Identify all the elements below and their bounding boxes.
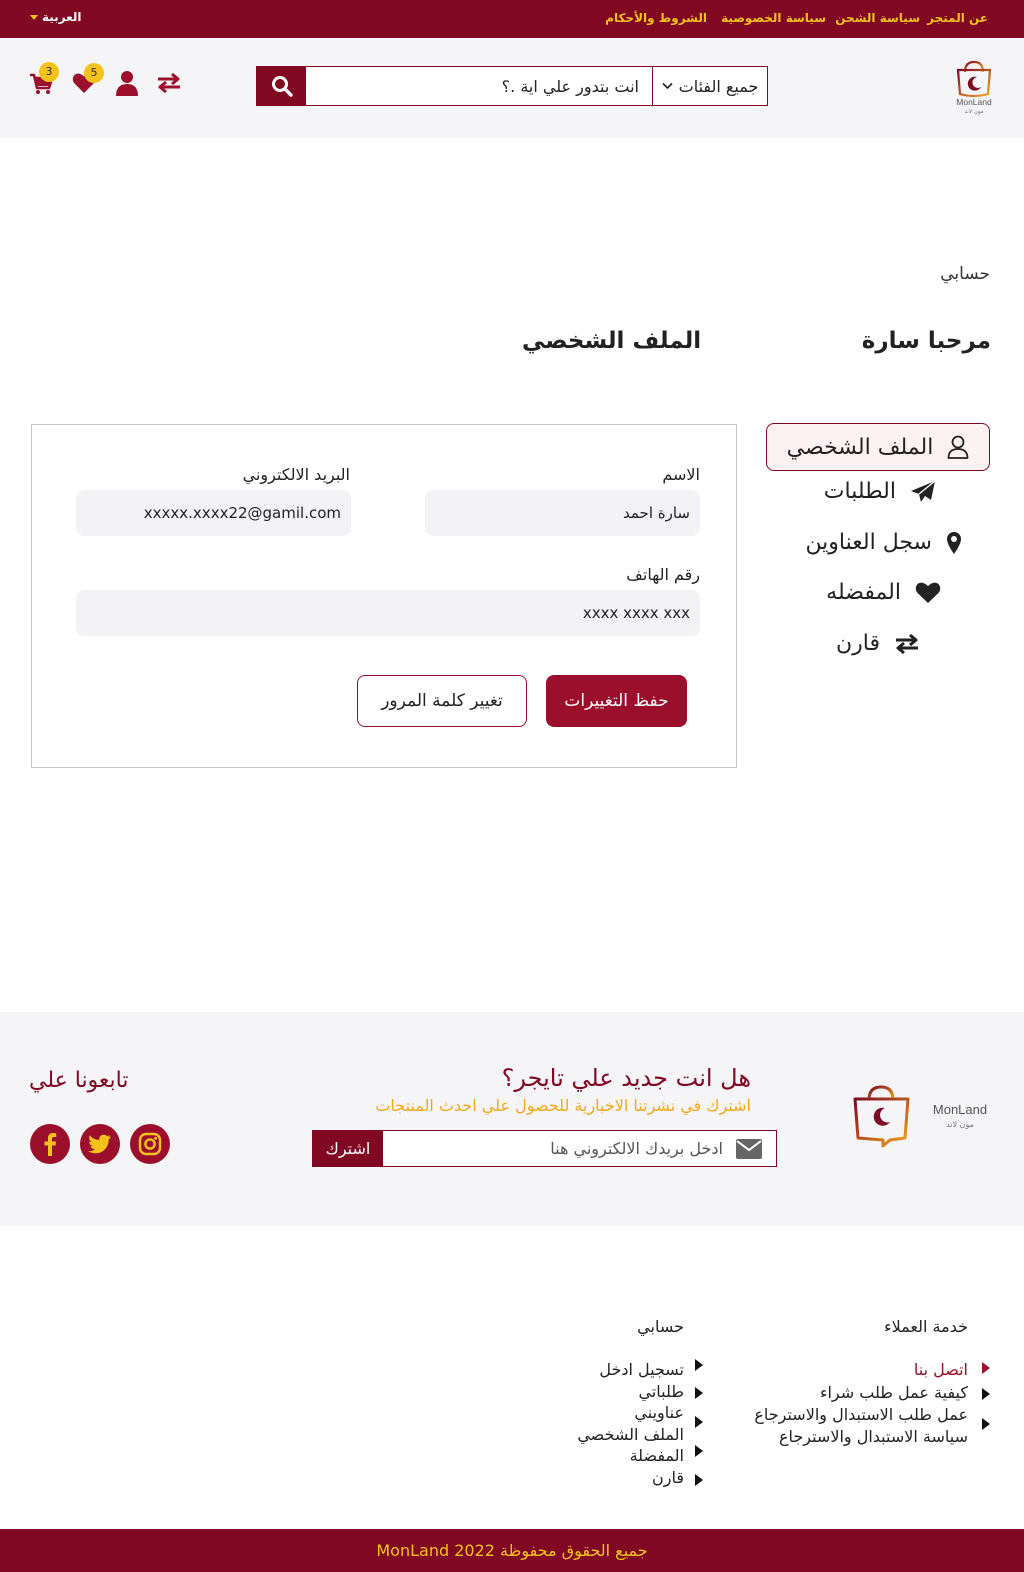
bullet-arrow-icon [982, 1362, 990, 1374]
newsletter-title: هل انت جديد علي تايجر؟ [501, 1064, 751, 1092]
search-button[interactable] [257, 67, 306, 105]
name-field[interactable] [425, 490, 700, 536]
cart-count-badge: 3 [39, 62, 59, 82]
breadcrumb[interactable]: حسابي [940, 264, 990, 284]
phone-field[interactable] [76, 590, 700, 636]
email-field[interactable] [76, 490, 351, 536]
footer-logo-subtext: مون لاند [946, 1120, 974, 1129]
instagram-button[interactable] [130, 1124, 170, 1164]
bullet-arrow-icon [695, 1474, 703, 1486]
search-bar: جميع الفئات [256, 66, 768, 106]
language-selector[interactable]: العربية [30, 10, 82, 24]
caret-down-icon [30, 14, 38, 20]
envelope-icon [736, 1139, 762, 1159]
menu-item-profile[interactable]: الملف الشخصي [766, 423, 990, 471]
user-icon [947, 435, 969, 459]
instagram-icon [138, 1132, 162, 1156]
compare-button[interactable] [156, 72, 182, 94]
copyright-bar: جميع الحقوق محفوظة MonLand 2022 [0, 1529, 1024, 1572]
menu-item-favorites[interactable]: المفضله [826, 580, 941, 605]
menu-item-label: سجل العناوين [805, 530, 932, 555]
footer-link-login[interactable]: تسجيل ادخل [599, 1359, 684, 1381]
send-icon [911, 479, 936, 502]
compare-icon [896, 633, 918, 654]
category-select[interactable]: جميع الفئات [652, 67, 767, 105]
twitter-icon [88, 1134, 111, 1154]
search-input[interactable] [306, 67, 653, 105]
logo-text: MonLand [956, 97, 992, 107]
name-label: الاسم [662, 465, 700, 484]
chevron-down-icon [662, 82, 673, 90]
account-button[interactable] [116, 70, 138, 96]
menu-item-label: الطلبات [823, 479, 896, 504]
bullet-arrow-icon [695, 1416, 703, 1428]
logo-subtext: مون لاند [964, 109, 983, 115]
footer-link-return-policy[interactable]: سياسة الاستبدال والاسترجاع [779, 1426, 968, 1448]
footer-link-my-orders[interactable]: طلباتي [638, 1381, 684, 1403]
footer-link-favorites[interactable]: المفضلة [630, 1445, 684, 1467]
page-title: الملف الشخصي [522, 328, 702, 354]
menu-item-compare[interactable]: قارن [836, 631, 920, 656]
topbar-link-privacy[interactable]: سياسة الخصوصية [721, 11, 826, 25]
menu-item-label: الملف الشخصي [786, 434, 934, 460]
bullet-arrow-icon [982, 1388, 990, 1400]
facebook-button[interactable] [30, 1124, 70, 1164]
compare-icon [158, 72, 180, 94]
menu-item-orders[interactable]: الطلبات [824, 479, 936, 504]
wishlist-count-badge: 5 [84, 63, 104, 83]
footer-account-title: حسابي [637, 1317, 684, 1336]
language-label: العربية [42, 10, 82, 24]
change-password-button[interactable]: تغيير كلمة المرور [357, 675, 527, 727]
cart-button[interactable]: 3 [29, 62, 59, 95]
footer-link-return-request[interactable]: عمل طلب الاستبدال والاسترجاع [754, 1404, 968, 1426]
menu-item-label: قارن [836, 631, 880, 656]
user-icon [116, 71, 138, 96]
facebook-icon [44, 1133, 57, 1156]
topbar-link-shipping[interactable]: سياسة الشحن [835, 11, 920, 25]
profile-form-card: الاسم البريد الالكتروني رقم الهاتف حفظ ا… [31, 424, 737, 768]
footer-customer-service-title: خدمة العملاء [884, 1317, 968, 1336]
menu-item-label: المفضله [826, 580, 901, 605]
location-pin-icon [947, 531, 961, 554]
newsletter-subtitle: اشترك في نشرتنا الاخبارية للحصول علي احد… [375, 1096, 751, 1115]
search-icon [271, 76, 293, 97]
header: MonLand مون لاند جميع الفئات [0, 38, 1024, 138]
category-select-value: جميع الفئات [678, 76, 759, 96]
save-changes-button[interactable]: حفظ التغييرات [546, 675, 687, 727]
footer-logo-text: MonLand [933, 1102, 987, 1117]
footer-link-contact[interactable]: اتصل بنا [914, 1359, 968, 1381]
footer-link-profile[interactable]: الملف الشخصي [577, 1424, 684, 1446]
bullet-arrow-icon [695, 1359, 703, 1371]
heart-icon [915, 582, 941, 603]
bullet-arrow-icon [695, 1387, 703, 1399]
footer-logo[interactable]: MonLand مون لاند [852, 1082, 992, 1152]
follow-us-label: تابعونا علي [29, 1068, 129, 1093]
newsletter-section: MonLand مون لاند هل انت جديد علي تايجر؟ … [0, 1012, 1024, 1226]
menu-item-addresses[interactable]: سجل العناوين [805, 530, 962, 555]
phone-label: رقم الهاتف [626, 565, 700, 584]
footer-link-compare[interactable]: قارن [652, 1467, 684, 1489]
subscribe-button[interactable]: اشترك [313, 1131, 383, 1166]
welcome-heading: مرحبا سارة [861, 328, 991, 354]
logo[interactable]: MonLand مون لاند [954, 58, 994, 118]
topbar-link-about[interactable]: عن المتجر [927, 11, 988, 25]
footer-link-my-addresses[interactable]: عناويني [634, 1402, 684, 1424]
email-label: البريد الالكتروني [242, 465, 350, 484]
footer-link-how-to-order[interactable]: كيفية عمل طلب شراء [820, 1382, 968, 1404]
newsletter-email-input[interactable] [383, 1131, 729, 1166]
twitter-button[interactable] [80, 1124, 120, 1164]
topbar-link-terms[interactable]: الشروط والأحكام [605, 11, 707, 25]
top-bar: عن المتجر سياسة الشحن سياسة الخصوصية الش… [0, 0, 1024, 38]
newsletter-form: اشترك [312, 1130, 777, 1167]
bullet-arrow-icon [982, 1418, 990, 1430]
wishlist-button[interactable]: 5 [72, 63, 104, 94]
bullet-arrow-icon [695, 1445, 703, 1457]
